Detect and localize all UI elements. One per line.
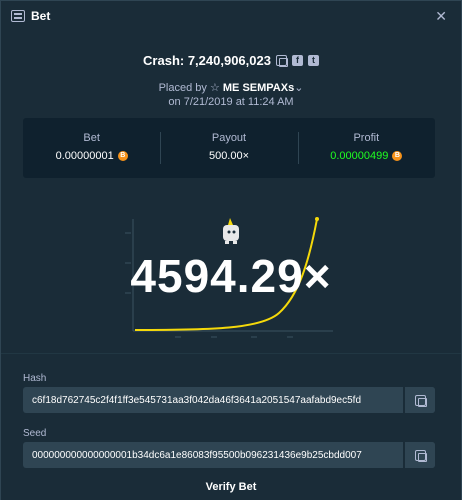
stat-label: Profit bbox=[353, 132, 380, 144]
stat-value: 0.00000001 bbox=[23, 150, 160, 162]
copy-hash-button[interactable] bbox=[403, 387, 435, 413]
copy-icon[interactable] bbox=[275, 55, 288, 67]
crash-text: Crash: 7,240,906,023 bbox=[143, 53, 271, 68]
verify-bet-link[interactable]: Verify Bet bbox=[1, 481, 461, 493]
bet-modal: Bet ✕ Crash: 7,240,906,023 f t Placed by… bbox=[0, 0, 462, 500]
hash-value[interactable]: c6f18d762745c2f4f1ff3e545731aa3f042da46f… bbox=[23, 395, 403, 406]
hash-label: Hash bbox=[23, 373, 47, 384]
seed-label: Seed bbox=[23, 428, 47, 439]
bet-amount: 0.00000001 bbox=[55, 150, 114, 162]
username-link[interactable]: ME SEMPAXs bbox=[223, 82, 294, 94]
stat-label: Bet bbox=[83, 132, 100, 144]
stat-value: 0.00000499 bbox=[298, 150, 435, 162]
seed-value[interactable]: 000000000000000001b34dc6a1e86083f95500b0… bbox=[23, 450, 403, 461]
seed-field[interactable]: 000000000000000001b34dc6a1e86083f95500b0… bbox=[23, 442, 435, 468]
bet-icon bbox=[11, 10, 25, 22]
bitcoin-icon bbox=[117, 151, 128, 161]
stats-panel: Bet 0.00000001 Payout 500.00× Profit 0.0… bbox=[23, 118, 435, 178]
placed-by: Placed by ☆ ME SEMPAXs⌄ bbox=[1, 81, 461, 94]
copy-icon[interactable] bbox=[414, 449, 427, 462]
copy-icon[interactable] bbox=[414, 394, 427, 407]
stat-label: Payout bbox=[211, 132, 247, 144]
stat-value: 500.00× bbox=[160, 150, 297, 162]
mascot-icon bbox=[223, 218, 239, 244]
fairness-panel bbox=[1, 353, 461, 500]
curve-endpoint bbox=[315, 217, 319, 221]
twitter-icon[interactable]: t bbox=[307, 55, 319, 66]
profit-amount: 0.00000499 bbox=[330, 150, 389, 162]
stat-bet: Bet 0.00000001 bbox=[23, 118, 160, 178]
copy-seed-button[interactable] bbox=[403, 442, 435, 468]
crash-multiplier: 4594.29× bbox=[130, 250, 332, 302]
chevron-down-icon[interactable]: ⌄ bbox=[294, 82, 303, 94]
bitcoin-icon bbox=[392, 151, 403, 161]
stat-payout: Payout 500.00× bbox=[160, 118, 297, 178]
modal-title: Bet bbox=[31, 9, 51, 23]
modal-header: Bet ✕ bbox=[1, 1, 461, 31]
payout-amount: 500.00× bbox=[208, 150, 250, 162]
placed-date: on 7/21/2019 at 11:24 AM bbox=[168, 96, 294, 108]
stat-profit: Profit 0.00000499 bbox=[297, 118, 435, 178]
close-icon[interactable]: ✕ bbox=[435, 8, 447, 25]
hash-field[interactable]: c6f18d762745c2f4f1ff3e545731aa3f042da46f… bbox=[23, 387, 435, 413]
crash-line: Crash: 7,240,906,023 f t bbox=[1, 53, 461, 68]
star-icon: ☆ bbox=[209, 82, 220, 94]
facebook-icon[interactable]: f bbox=[291, 55, 303, 66]
placed-prefix: Placed by bbox=[158, 82, 207, 94]
